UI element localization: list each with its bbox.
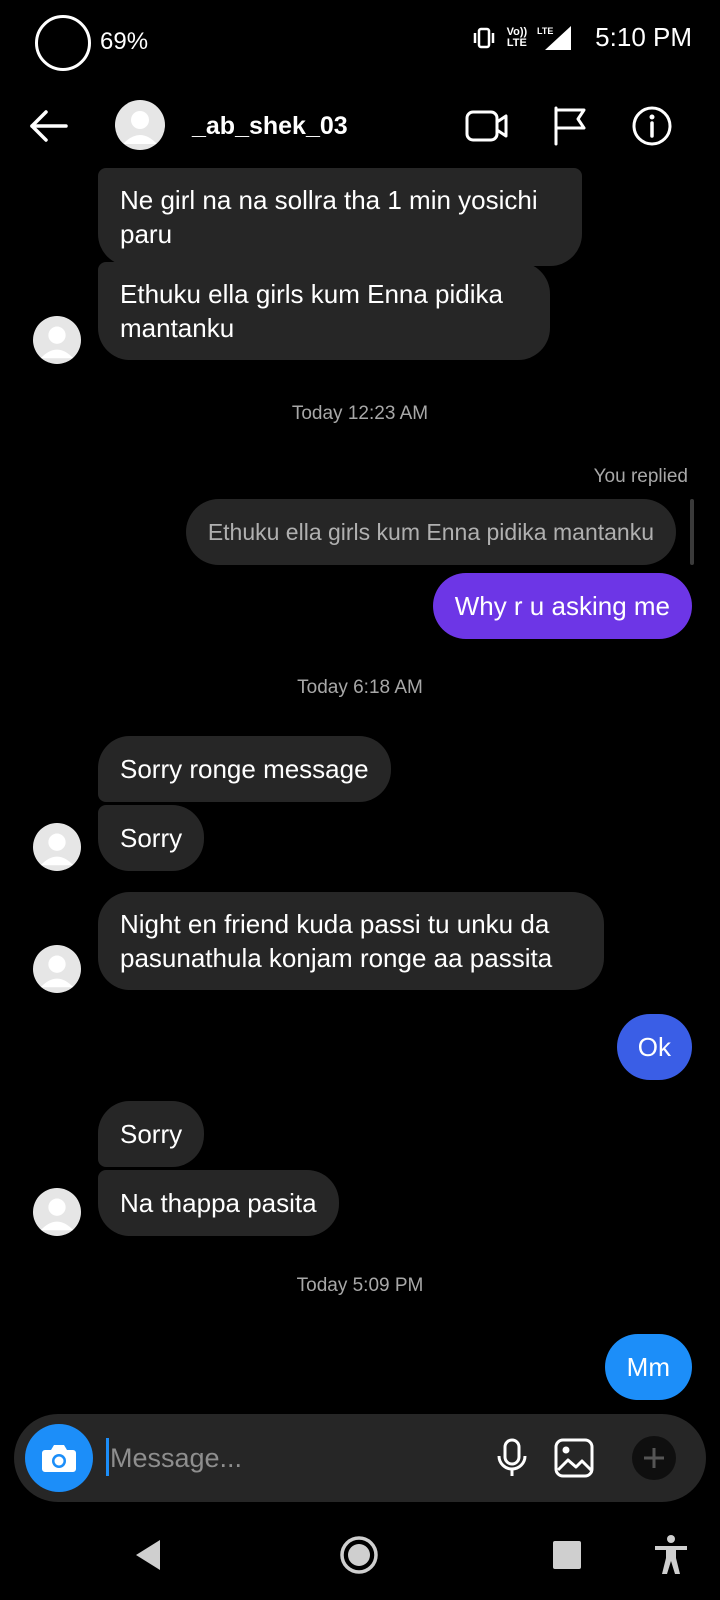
received-message[interactable]: Sorry ronge message xyxy=(98,736,391,802)
quote-indicator xyxy=(690,499,694,565)
vibrate-icon xyxy=(473,27,494,48)
flag-icon[interactable] xyxy=(548,104,594,148)
accessibility-icon[interactable] xyxy=(646,1530,696,1580)
system-nav-bar xyxy=(0,1520,720,1600)
received-message[interactable]: Night en friend kuda passi tu unku da pa… xyxy=(98,892,604,990)
message-composer xyxy=(14,1414,706,1502)
video-call-icon[interactable] xyxy=(464,104,510,148)
avatar-silhouette-icon xyxy=(123,111,157,144)
gallery-icon[interactable] xyxy=(552,1436,596,1480)
battery-percent: 69% xyxy=(100,28,149,55)
timestamp: Today 6:18 AM xyxy=(297,677,423,698)
sent-message[interactable]: Why r u asking me xyxy=(432,573,692,639)
avatar-silhouette-icon xyxy=(40,833,74,866)
signal-icon: LTE xyxy=(537,25,572,50)
timestamp: Today 12:23 AM xyxy=(291,403,429,424)
sent-message[interactable]: Mm xyxy=(604,1334,692,1400)
plus-icon xyxy=(644,1448,664,1468)
received-message[interactable]: Ne girl na na sollra tha 1 min yosichi p… xyxy=(98,168,582,266)
avatar-silhouette-icon xyxy=(40,326,74,359)
chat-header: _ab_shek_03 xyxy=(0,90,720,162)
nav-home-icon[interactable] xyxy=(334,1530,384,1580)
avatar[interactable] xyxy=(115,100,165,150)
info-icon[interactable] xyxy=(630,104,676,148)
chat-username[interactable]: _ab_shek_03 xyxy=(192,112,348,141)
received-message[interactable]: Na thappa pasita xyxy=(98,1170,339,1236)
volte-icon: Vo)) LTE xyxy=(506,25,528,49)
status-icons: Vo)) LTE LTE 5:10 PM xyxy=(471,22,692,53)
you-replied-label: You replied xyxy=(593,466,688,487)
svg-text:LTE: LTE xyxy=(537,26,553,36)
more-options-button[interactable] xyxy=(632,1436,676,1480)
received-message[interactable]: Sorry xyxy=(98,805,205,871)
clock: 5:10 PM xyxy=(595,22,692,52)
timestamp: Today 5:09 PM xyxy=(296,1275,424,1296)
back-arrow-icon[interactable] xyxy=(26,104,72,148)
received-message[interactable]: Ethuku ella girls kum Enna pidika mantan… xyxy=(98,262,550,360)
nav-back-icon[interactable] xyxy=(124,1530,174,1580)
received-message[interactable]: Sorry xyxy=(98,1101,205,1167)
status-bar: 69% Vo)) LTE LTE 5:10 PM xyxy=(0,0,720,80)
sender-avatar[interactable] xyxy=(33,823,81,871)
text-caret xyxy=(106,1438,109,1476)
quoted-message[interactable]: Ethuku ella girls kum Enna pidika mantan… xyxy=(185,499,676,565)
camera-button[interactable] xyxy=(25,1424,93,1492)
avatar-silhouette-icon xyxy=(40,955,74,988)
camera-icon xyxy=(42,1445,76,1472)
sender-avatar[interactable] xyxy=(33,1188,81,1236)
sender-avatar[interactable] xyxy=(33,945,81,993)
avatar-silhouette-icon xyxy=(40,1198,74,1231)
message-input[interactable] xyxy=(110,1436,470,1480)
battery-ring-icon xyxy=(35,15,91,71)
sender-avatar[interactable] xyxy=(33,316,81,364)
nav-recents-icon[interactable] xyxy=(542,1530,592,1580)
microphone-icon[interactable] xyxy=(490,1436,534,1480)
sent-message[interactable]: Ok xyxy=(616,1014,692,1080)
